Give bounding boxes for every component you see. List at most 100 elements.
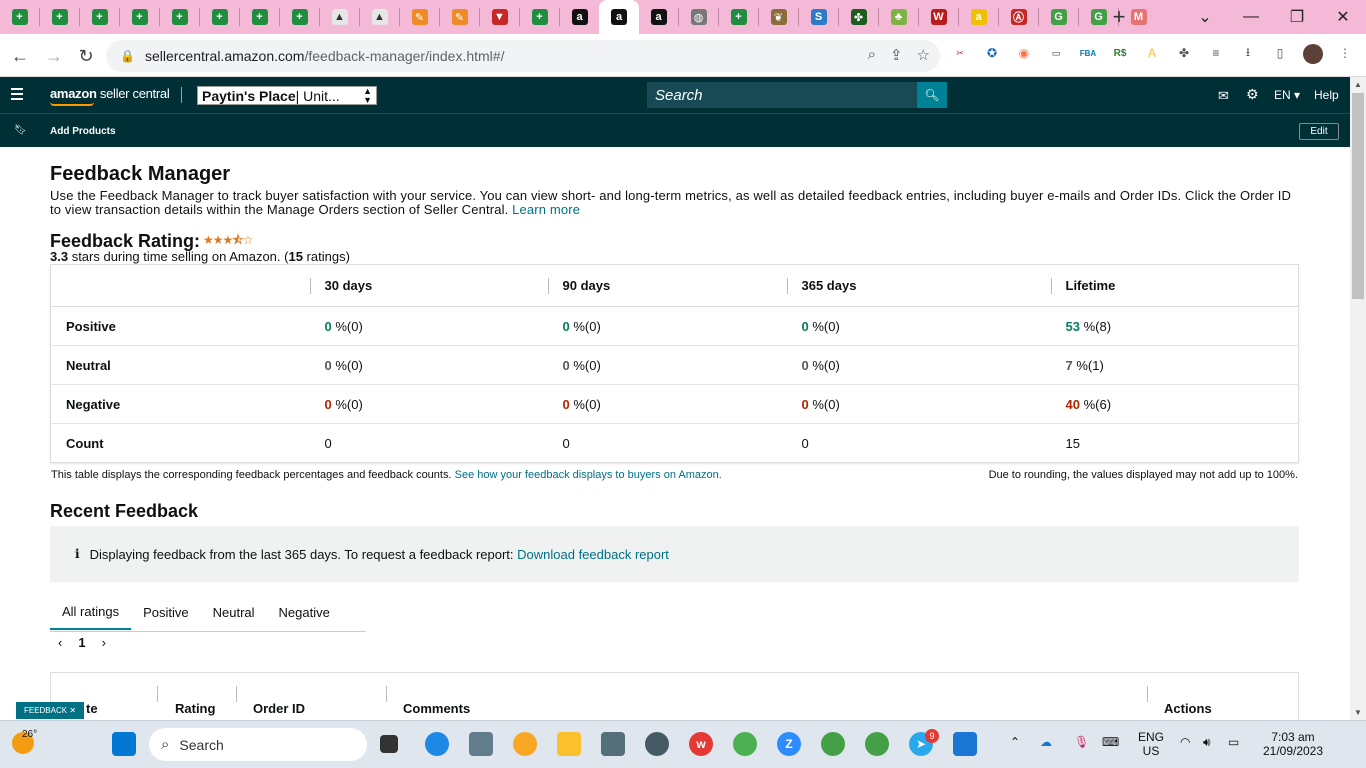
browser-tab[interactable]: ▲ [320, 0, 359, 34]
search-button[interactable]: 🔍︎ [917, 82, 947, 108]
reload-icon[interactable]: ↻ [70, 40, 102, 72]
extension-fba-icon[interactable]: FBA [1079, 44, 1097, 62]
zoom-icon[interactable]: ⌕ [868, 46, 876, 64]
share-icon[interactable]: ⇪ [890, 46, 903, 64]
show-hidden-icons-chevron-icon[interactable]: ⌃ [1010, 735, 1020, 749]
tab-neutral[interactable]: Neutral [201, 593, 267, 632]
browser-tab[interactable]: S [799, 0, 838, 34]
reading-list-icon[interactable]: ≡ [1207, 44, 1225, 62]
search-input[interactable] [647, 82, 917, 108]
chrome-icon[interactable] [865, 732, 889, 756]
settings-gear-icon[interactable]: ⚙ [1246, 86, 1259, 103]
learn-more-link[interactable]: Learn more [512, 202, 580, 217]
extension-icon[interactable]: ✂ [951, 44, 969, 62]
browser-tab[interactable]: + [160, 0, 199, 34]
extension-off-icon[interactable]: ▭ [1047, 44, 1065, 62]
volume-icon[interactable]: 🔊︎ [1203, 735, 1211, 750]
browser-tab[interactable]: + [280, 0, 319, 34]
next-page-chevron-icon[interactable]: › [102, 635, 106, 650]
browser-tab[interactable]: a [599, 0, 639, 34]
zoom-icon[interactable]: Z [777, 732, 801, 756]
mail-icon[interactable]: ✉ [1218, 88, 1229, 104]
edge-icon[interactable] [425, 732, 449, 756]
browser-tab[interactable]: + [200, 0, 239, 34]
column-order-id[interactable]: Order ID [253, 701, 305, 716]
column-comments[interactable]: Comments [403, 701, 470, 716]
scroll-down-icon[interactable]: ▼ [1354, 708, 1362, 717]
download-report-link[interactable]: Download feedback report [517, 547, 669, 562]
side-panel-icon[interactable]: ▯ [1271, 44, 1289, 62]
browser-tab[interactable]: + [120, 0, 159, 34]
column-rating[interactable]: Rating [175, 701, 215, 716]
tab-negative[interactable]: Negative [267, 593, 342, 632]
tab-search-chevron-icon[interactable]: ⌄ [1182, 0, 1228, 34]
browser-tab[interactable]: ♣ [879, 0, 918, 34]
edit-button[interactable]: Edit [1299, 123, 1339, 140]
profile-avatar[interactable] [1303, 44, 1323, 64]
new-tab-button[interactable]: + [1102, 4, 1136, 30]
bookmark-star-icon[interactable]: ☆ [917, 46, 930, 64]
help-link[interactable]: Help [1314, 88, 1339, 102]
browser-tab[interactable]: ◍ [679, 0, 718, 34]
browser-tab[interactable]: ✤ [839, 0, 878, 34]
taskbar-search[interactable]: ⌕ Search [149, 728, 367, 761]
back-arrow-icon[interactable]: ← [4, 40, 36, 72]
scrollbar-thumb[interactable] [1352, 93, 1364, 299]
wps-icon[interactable]: w [689, 732, 713, 756]
feedback-display-link[interactable]: See how your feedback displays to buyers… [455, 469, 722, 481]
browser-tab[interactable]: W [919, 0, 958, 34]
browser-tab[interactable]: + [719, 0, 758, 34]
browser-tab[interactable]: ▼ [480, 0, 519, 34]
windows-start-icon[interactable] [112, 732, 136, 756]
notepad-icon[interactable] [953, 732, 977, 756]
browser-tab[interactable]: a [959, 0, 998, 34]
browser-tab[interactable]: + [40, 0, 79, 34]
restore-button[interactable]: ❐ [1274, 0, 1320, 34]
task-view-icon[interactable] [380, 735, 398, 753]
tab-positive[interactable]: Positive [131, 593, 201, 632]
browser-tab[interactable]: ✎ [440, 0, 479, 34]
browser-menu-icon[interactable]: ⋮ [1336, 44, 1354, 62]
browser-tab[interactable]: Ⓐ [999, 0, 1038, 34]
extensions-puzzle-icon[interactable]: ✤ [1175, 44, 1193, 62]
minimize-button[interactable]: — [1228, 0, 1274, 34]
browser-tab[interactable]: + [520, 0, 559, 34]
microphone-icon[interactable]: 🎙︎ [1074, 735, 1089, 749]
chrome-icon[interactable] [821, 732, 845, 756]
extension-scout-icon[interactable]: A [1143, 44, 1161, 62]
calculator-icon[interactable] [469, 732, 493, 756]
prev-page-chevron-icon[interactable]: ‹ [58, 635, 62, 650]
feedback-widget-button[interactable]: FEEDBACK ✕ [16, 702, 84, 719]
onedrive-icon[interactable]: ☁ [1040, 735, 1052, 749]
store-selector[interactable]: Paytin's Place | Unit... ▲ ▼ [197, 86, 377, 105]
battery-icon[interactable]: ▭ [1228, 735, 1239, 749]
extension-rs-icon[interactable]: R$ [1111, 44, 1129, 62]
bookmark-icon[interactable]: 🔖︎ [14, 125, 27, 136]
column-actions[interactable]: Actions [1164, 701, 1212, 716]
download-icon[interactable]: ⭳ [1239, 44, 1257, 62]
clock[interactable]: 7:03 am 21/09/2023 [1258, 730, 1328, 758]
browser-tab[interactable]: + [0, 0, 39, 34]
seller-central-logo[interactable]: amazon seller central [50, 86, 170, 101]
browser-tab[interactable]: a [560, 0, 599, 34]
address-bar[interactable]: 🔒 sellercentral.amazon.com/feedback-mana… [106, 40, 940, 72]
browser-tab[interactable]: ✎ [400, 0, 439, 34]
close-window-button[interactable]: ✕ [1320, 0, 1366, 34]
extension-icon[interactable]: ◉ [1015, 44, 1033, 62]
app-icon[interactable] [513, 732, 537, 756]
settings-gear-icon[interactable] [645, 732, 669, 756]
wifi-icon[interactable]: ◠ [1180, 735, 1190, 749]
page-number[interactable]: 1 [78, 635, 85, 650]
camera-icon[interactable] [601, 732, 625, 756]
browser-tab[interactable]: ❦ [759, 0, 798, 34]
browser-tab[interactable]: + [80, 0, 119, 34]
lang-indicator[interactable]: ENG US [1138, 730, 1164, 758]
extension-gear-icon[interactable]: ✪ [983, 44, 1001, 62]
menu-hamburger-icon[interactable] [11, 88, 23, 103]
column-date[interactable]: te [86, 701, 98, 716]
forward-arrow-icon[interactable]: → [38, 40, 70, 72]
chrome-icon[interactable] [733, 732, 757, 756]
browser-tab[interactable]: + [240, 0, 279, 34]
browser-tab[interactable]: G [1039, 0, 1078, 34]
keyboard-icon[interactable]: ⌨ [1102, 735, 1119, 749]
